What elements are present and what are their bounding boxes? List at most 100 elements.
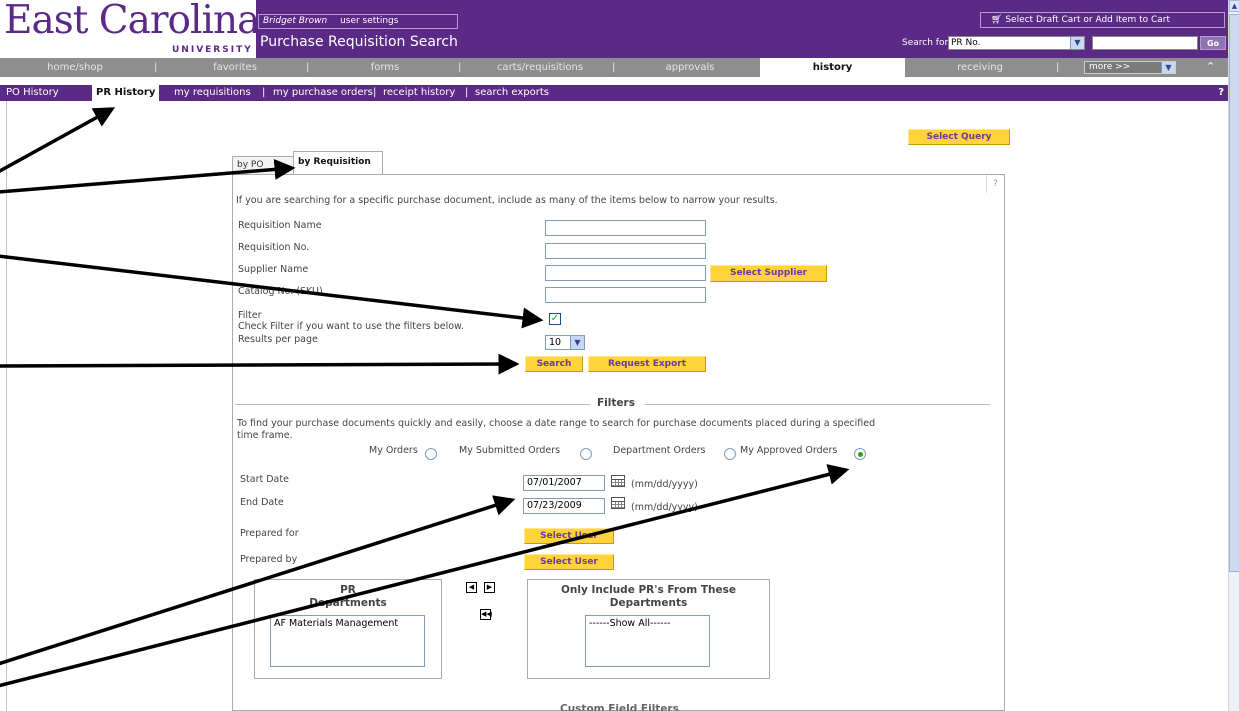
search-type-select[interactable]: PR No. ▼ (948, 36, 1085, 50)
cart-label: Select Draft Cart or Add Item to Cart (1005, 15, 1170, 25)
radio-department-orders-label: Department Orders (613, 445, 706, 456)
chevron-down-icon: ▼ (1070, 37, 1084, 49)
nav-home-shop[interactable]: home/shop (0, 58, 150, 77)
filters-heading: Filters (597, 397, 635, 409)
university-logo[interactable]: East Carolina UNIVERSITY (0, 0, 260, 58)
logo-subtitle: UNIVERSITY (172, 45, 253, 55)
pr-departments-title-2: Departments (309, 597, 387, 609)
more-menu-select[interactable]: more >> ▼ (1084, 61, 1176, 74)
subnav-receipt-history[interactable]: receipt history (383, 85, 455, 101)
calendar-icon[interactable] (611, 497, 625, 509)
nav-carts-requisitions[interactable]: carts/requisitions (470, 58, 610, 77)
list-item[interactable]: ------Show All------ (589, 618, 706, 629)
move-right-icon[interactable]: ▶ (484, 582, 495, 593)
only-include-title-1: Only Include PR's From These (561, 584, 736, 596)
scrollbar-thumb[interactable] (1229, 14, 1239, 572)
supplier-name-label: Supplier Name (238, 264, 309, 275)
nav-separator: | (306, 62, 310, 73)
filter-checkbox[interactable]: ✓ (549, 313, 561, 325)
list-item[interactable]: AF Materials Management (274, 618, 421, 629)
search-intro-text: If you are searching for a specific purc… (236, 195, 778, 206)
user-name[interactable]: Bridget Brown (263, 16, 327, 26)
only-include-title-2: Departments (609, 597, 688, 609)
search-for-label: Search for (902, 38, 949, 48)
radio-my-orders-label: My Orders (369, 445, 418, 456)
nav-approvals[interactable]: approvals (620, 58, 760, 77)
prepared-by-select-user-button[interactable]: Select User (524, 554, 614, 570)
requisition-no-input[interactable] (545, 243, 706, 259)
end-date-input[interactable]: 07/23/2009 (523, 498, 605, 514)
filter-label: Filter (238, 310, 262, 321)
subnav-my-purchase-orders[interactable]: my purchase orders (273, 85, 373, 101)
filters-intro-line2: time frame. (237, 430, 293, 441)
panel-help-icon[interactable]: ? (986, 175, 1004, 193)
radio-department-orders[interactable] (724, 448, 736, 460)
catalog-no-label: Catalog No. (SKU) (238, 286, 323, 297)
subnav-pr-history[interactable]: PR History (92, 85, 160, 101)
results-per-page-select[interactable]: 10 ▼ (545, 335, 585, 350)
tab-by-requisition[interactable]: by Requisition (293, 151, 383, 175)
custom-field-filters-heading: Custom Field Filters (560, 703, 679, 711)
select-query-button[interactable]: Select Query (908, 129, 1010, 145)
nav-forms[interactable]: forms (315, 58, 455, 77)
subnav-po-history[interactable]: PO History (6, 85, 59, 101)
header-band: Bridget Brown user settings Purchase Req… (256, 0, 1228, 58)
go-button[interactable]: Go (1200, 36, 1226, 50)
main-nav: home/shop | favorites | forms | carts/re… (0, 58, 1228, 77)
catalog-no-input[interactable] (545, 287, 706, 303)
filter-hint: Check Filter if you want to use the filt… (238, 321, 464, 332)
radio-my-orders[interactable] (425, 448, 437, 460)
subnav-my-requisitions[interactable]: my requisitions (174, 85, 251, 101)
request-export-button[interactable]: Request Export (588, 356, 706, 372)
search-input[interactable] (1092, 36, 1198, 50)
sub-nav: PO History PR History my requisitions | … (0, 85, 1228, 101)
prepared-for-label: Prepared for (240, 528, 299, 539)
nav-receiving[interactable]: receiving (910, 58, 1050, 77)
subnav-search-exports[interactable]: search exports (475, 85, 549, 101)
chevron-down-icon: ▼ (570, 336, 584, 349)
more-label: more >> (1089, 62, 1131, 72)
pr-departments-title-1: PR (340, 584, 356, 596)
end-date-label: End Date (240, 497, 284, 508)
user-settings-link[interactable]: user settings (340, 16, 398, 26)
move-all-left-icon[interactable]: ◀◀ (480, 609, 492, 620)
start-date-label: Start Date (240, 474, 289, 485)
scroll-up-icon[interactable]: ▲ (1229, 0, 1239, 12)
requisition-name-input[interactable] (545, 220, 706, 236)
radio-my-submitted-orders-label: My Submitted Orders (459, 445, 561, 456)
nav-separator: | (612, 62, 616, 73)
nav-separator: | (458, 62, 462, 73)
results-per-page-value: 10 (549, 337, 562, 348)
page-title: Purchase Requisition Search (260, 34, 458, 50)
search-button[interactable]: Search (525, 356, 583, 372)
nav-history[interactable]: history (760, 58, 905, 77)
help-icon[interactable]: ? (1218, 85, 1224, 101)
filters-divider-left (235, 404, 590, 405)
content-left-border (6, 101, 7, 711)
only-include-departments-list[interactable]: ------Show All------ (585, 615, 710, 667)
radio-my-approved-orders[interactable] (854, 448, 866, 460)
supplier-name-input[interactable] (545, 265, 706, 281)
prepared-for-select-user-button[interactable]: Select User (524, 528, 614, 544)
end-date-value: 07/23/2009 (527, 500, 582, 511)
nav-favorites[interactable]: favorites (165, 58, 305, 77)
collapse-icon[interactable]: ⌃ (1206, 60, 1215, 73)
start-date-input[interactable]: 07/01/2007 (523, 475, 605, 491)
calendar-icon[interactable] (611, 475, 625, 487)
filters-intro-line1: To find your purchase documents quickly … (237, 418, 876, 429)
pr-departments-list[interactable]: AF Materials Management (270, 615, 425, 667)
logo-name: East Carolina (4, 0, 260, 43)
select-supplier-button[interactable]: Select Supplier (710, 265, 827, 282)
radio-my-approved-orders-label: My Approved Orders (740, 445, 838, 456)
search-type-value: PR No. (951, 38, 981, 48)
cart-icon: 🛒︎ (991, 15, 1003, 25)
radio-my-submitted-orders[interactable] (580, 448, 592, 460)
requisition-no-label: Requisition No. (238, 242, 310, 253)
cart-selector[interactable]: 🛒︎ Select Draft Cart or Add Item to Cart (980, 12, 1225, 28)
user-box: Bridget Brown user settings (258, 14, 458, 29)
move-left-icon[interactable]: ◀ (466, 582, 477, 593)
vertical-scrollbar[interactable]: ▲ (1228, 0, 1239, 711)
end-date-format: (mm/dd/yyyy) (631, 502, 698, 513)
tab-by-po[interactable]: by PO (232, 156, 294, 174)
requisition-name-label: Requisition Name (238, 220, 322, 231)
